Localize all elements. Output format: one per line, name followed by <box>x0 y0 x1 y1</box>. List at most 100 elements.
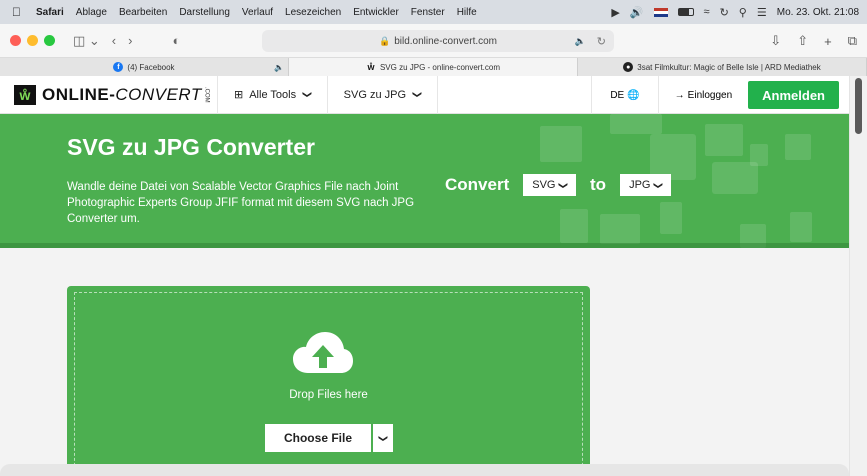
address-bar[interactable]: 🔒 bild.online-convert.com 🔈 ↻ <box>262 30 614 52</box>
macos-menu-bar:  Safari Ablage Bearbeiten Darstellung V… <box>0 0 867 24</box>
signup-button[interactable]: Anmelden <box>748 81 839 109</box>
menubar-status-area: ▶ 🔊 ≈ ↻ ⚲ ☰ Mo. 23. Okt. 21:08 <box>611 0 859 24</box>
from-format-value: SVG <box>532 179 556 191</box>
facebook-icon: f <box>113 62 124 72</box>
control-center-icon[interactable]: ☰ <box>757 6 767 19</box>
site-navigation: ẘ ONLINE-CONVERT .COM ⊞ Alle Tools ❯ SVG… <box>0 75 849 114</box>
nav-svg-zu-jpg[interactable]: SVG zu JPG ❯ <box>328 75 438 114</box>
image-deco-icon <box>705 124 743 156</box>
menu-lesezeichen[interactable]: Lesezeichen <box>285 7 341 18</box>
apple-menu-icon[interactable]:  <box>12 5 26 19</box>
tab-facebook[interactable]: f (4) Facebook 🔈 <box>0 58 289 76</box>
menu-darstellung[interactable]: Darstellung <box>179 7 230 18</box>
page-scrollbar[interactable] <box>849 76 867 476</box>
menubar-clock[interactable]: Mo. 23. Okt. 21:08 <box>777 7 859 18</box>
language-label: DE <box>610 89 625 101</box>
nav-right: DE 🌐 → Einloggen Anmelden <box>591 76 839 114</box>
file-drop-zone[interactable]: Drop Files here Choose File ❯ <box>67 286 590 476</box>
globe-icon: 🌐 <box>627 89 640 101</box>
tab-label: (4) Facebook <box>127 62 175 72</box>
menu-ablage[interactable]: Ablage <box>76 7 107 18</box>
new-tab-icon[interactable]: + <box>824 34 832 49</box>
back-button-icon[interactable]: ‹ <box>112 33 116 48</box>
pdf-deco-icon <box>712 162 758 194</box>
menu-fenster[interactable]: Fenster <box>411 7 445 18</box>
tab-overview-icon[interactable]: ⧉ <box>848 33 857 49</box>
chevron-down-icon: ❯ <box>558 181 569 189</box>
page-title: SVG zu JPG Converter <box>67 134 315 160</box>
tab-label: SVG zu JPG - online-convert.com <box>379 62 501 72</box>
wifi-icon[interactable]: ≈ <box>704 6 710 18</box>
nav-svg-zu-jpg-label: SVG zu JPG <box>343 88 407 101</box>
menu-verlauf[interactable]: Verlauf <box>242 7 273 18</box>
logo-com: .COM <box>203 86 210 103</box>
login-link[interactable]: → Einloggen <box>659 90 748 101</box>
online-convert-logo[interactable]: ẘ ONLINE-CONVERT .COM <box>14 75 218 114</box>
close-window-button[interactable] <box>10 35 21 46</box>
keyboard-flag-icon[interactable] <box>653 7 668 17</box>
minimize-window-button[interactable] <box>27 35 38 46</box>
login-icon: → <box>674 89 685 101</box>
tab-bar: f (4) Facebook 🔈 ẘ SVG zu JPG - online-c… <box>0 58 867 76</box>
file-deco-icon <box>790 212 812 242</box>
toolbar-right-actions: ⇩ ⇧ + ⧉ <box>770 24 857 58</box>
forward-button-icon[interactable]: › <box>128 33 132 48</box>
file-deco-icon <box>660 202 682 234</box>
file-deco-icon <box>750 144 768 166</box>
grid-icon: ⊞ <box>234 89 244 101</box>
tab-3sat[interactable]: ● 3sat Filmkultur: Magic of Belle Isle |… <box>578 58 867 76</box>
main-content: Drop Files here Choose File ❯ <box>0 248 849 476</box>
language-selector[interactable]: DE 🌐 <box>591 76 659 114</box>
menu-app-safari[interactable]: Safari <box>36 7 64 18</box>
to-label: to <box>590 175 607 194</box>
cloud-upload-icon <box>293 332 353 373</box>
online-convert-icon: ẘ <box>367 62 375 72</box>
chevron-down-icon: ❯ <box>302 90 313 99</box>
chart-deco-icon <box>600 214 640 244</box>
zoom-window-button[interactable] <box>44 35 55 46</box>
privacy-shield-icon[interactable]: ◐ <box>172 33 180 48</box>
chevron-down-icon: ❯ <box>412 90 423 99</box>
envelope-deco-icon <box>540 126 582 162</box>
chart-deco-icon <box>785 134 811 160</box>
to-format-value: JPG <box>629 179 651 191</box>
time-machine-icon[interactable]: ↻ <box>720 6 729 19</box>
sidebar-toggle-icon[interactable]: ◫ ⌄ <box>73 33 100 49</box>
login-label: Einloggen <box>687 89 733 101</box>
choose-file-button[interactable]: Choose File <box>265 424 371 452</box>
play-icon[interactable]: ▶ <box>611 6 619 19</box>
chevron-down-icon: ❯ <box>653 181 664 189</box>
tab-svg-zu-jpg[interactable]: ẘ SVG zu JPG - online-convert.com <box>289 58 578 76</box>
reload-icon[interactable]: ↻ <box>597 35 606 48</box>
file-deco-icon <box>610 114 662 134</box>
choose-source-dropdown[interactable]: ❯ <box>373 424 393 452</box>
tab-audio-icon[interactable]: 🔈 <box>274 63 284 72</box>
menu-hilfe[interactable]: Hilfe <box>457 7 477 18</box>
3sat-icon: ● <box>623 62 634 72</box>
address-bar-url: bild.online-convert.com <box>394 35 498 47</box>
scrollbar-thumb[interactable] <box>855 78 862 134</box>
logo-text: ONLINE-CONVERT <box>42 84 202 104</box>
content-bottom-panel <box>0 464 849 476</box>
spotlight-search-icon[interactable]: ⚲ <box>739 6 747 19</box>
safari-toolbar: ◫ ⌄ ‹ › ◐ 🔒 bild.online-convert.com 🔈 ↻ … <box>0 24 867 58</box>
volume-icon[interactable]: 🔊 <box>630 6 644 19</box>
logo-mark-icon: ẘ <box>14 84 36 105</box>
share-icon[interactable]: ⇧ <box>797 33 808 49</box>
convert-selector: Convert SVG ❯ to JPG ❯ <box>445 174 685 196</box>
downloads-icon[interactable]: ⇩ <box>770 33 781 49</box>
from-format-select[interactable]: SVG ❯ <box>523 174 577 196</box>
audio-playing-icon[interactable]: 🔈 <box>575 36 586 47</box>
chevron-down-icon: ❯ <box>378 434 389 442</box>
menu-entwickler[interactable]: Entwickler <box>353 7 399 18</box>
nav-all-tools-label: Alle Tools <box>249 88 297 101</box>
menu-bearbeiten[interactable]: Bearbeiten <box>119 7 167 18</box>
hero-banner: SVG zu JPG Converter Wandle deine Datei … <box>0 114 849 248</box>
choose-file-group: Choose File ❯ <box>265 424 393 452</box>
battery-icon[interactable] <box>677 8 694 16</box>
to-format-select[interactable]: JPG ❯ <box>620 174 672 196</box>
tab-label: 3sat Filmkultur: Magic of Belle Isle | A… <box>637 62 821 72</box>
window-controls <box>10 35 55 46</box>
nav-all-tools[interactable]: ⊞ Alle Tools ❯ <box>218 75 328 114</box>
page-description: Wandle deine Datei von Scalable Vector G… <box>67 181 415 225</box>
